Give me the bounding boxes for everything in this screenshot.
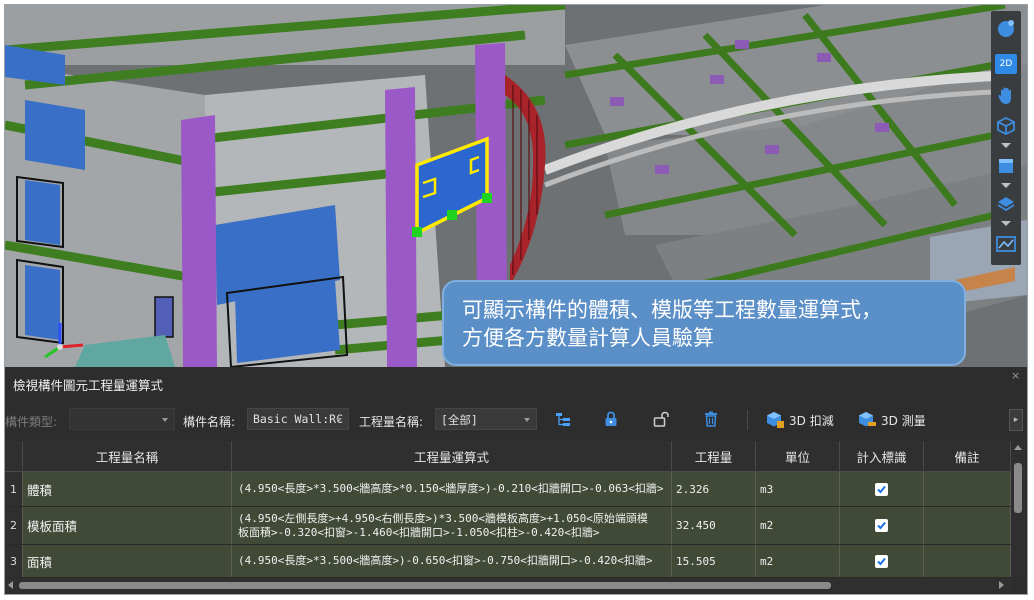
chevron-down-icon	[524, 418, 530, 422]
panel-toolbar: 構件類型: 構件名稱: Basic Wall:RC 工程量名稱: [全部] 3D…	[5, 405, 1027, 435]
scroll-right-icon[interactable]	[999, 581, 1004, 589]
unit-cell[interactable]: m3	[756, 472, 840, 506]
scroll-up-icon[interactable]	[1014, 445, 1022, 450]
unit-cell[interactable]: m2	[756, 507, 840, 544]
row-index: 2	[5, 507, 23, 544]
header-quantity[interactable]: 工程量	[672, 441, 756, 471]
solid-box-icon[interactable]	[993, 153, 1019, 179]
table-row[interactable]: 2 模板面積 (4.950<左側長度>+4.950<右側長度>)*3.500<牆…	[5, 507, 1011, 545]
quantity-cell[interactable]: 32.450	[672, 507, 756, 544]
expression-line: (4.950<長度>*3.500<牆高度>*0.150<牆厚度>)-0.210<…	[238, 482, 664, 495]
quantity-cell[interactable]: 2.326	[672, 472, 756, 506]
note-cell[interactable]	[924, 507, 1011, 544]
toolbar-scroll-right-icon[interactable]: ▸	[1009, 409, 1023, 431]
header-index	[5, 441, 23, 471]
section-box-icon[interactable]	[993, 231, 1019, 257]
component-name-select[interactable]: Basic Wall:RC	[247, 408, 349, 430]
table-row[interactable]: 3 面積 (4.950<長度>*3.500<牆高度>)-0.650<扣窗>-0.…	[5, 545, 1011, 578]
note-cell[interactable]	[924, 545, 1011, 577]
cube-view-caret-icon[interactable]	[1001, 143, 1011, 148]
checkmark-icon	[877, 521, 886, 530]
header-note[interactable]: 備註	[924, 441, 1011, 471]
counted-checkbox[interactable]	[875, 554, 888, 568]
3d-measure-button[interactable]: 3D 測量	[857, 408, 926, 432]
table-header-row: 工程量名稱 工程量運算式 工程量 單位 計入標識 備註	[5, 441, 1011, 472]
callout-line: 可顯示構件的體積、模版等工程數量運算式，	[462, 298, 882, 322]
checkmark-icon	[877, 485, 886, 493]
horizontal-scroll-thumb[interactable]	[19, 582, 831, 589]
expression-line: (4.950<左側長度>+4.950<右側長度>)*3.500<牆模板高度>+1…	[238, 511, 648, 525]
annotation-callout: 可顯示構件的體積、模版等工程數量運算式， 方便各方數量計算人員驗算	[442, 280, 966, 366]
cube-measure-icon	[859, 412, 876, 427]
view-toolbar: 2D	[991, 11, 1021, 265]
3d-deduct-button[interactable]: 3D 扣減	[765, 408, 834, 432]
unlock-icon[interactable]	[652, 410, 670, 428]
trash-icon[interactable]	[702, 410, 720, 428]
quantity-name-cell[interactable]: 模板面積	[23, 507, 232, 544]
quantity-name-label: 工程量名稱:	[359, 415, 424, 429]
cube-view-icon[interactable]	[993, 113, 1019, 139]
header-expression[interactable]: 工程量運算式	[232, 441, 672, 471]
counted-checkbox[interactable]	[875, 482, 888, 496]
chevron-down-icon	[162, 418, 168, 422]
2d-view-button[interactable]: 2D	[993, 51, 1019, 77]
quantity-expression-panel: 檢視構件圖元工程量運算式 × 構件類型: 構件名稱: Basic Wall:RC…	[5, 367, 1027, 594]
checkmark-icon	[877, 557, 886, 565]
horizontal-scrollbar[interactable]	[5, 578, 1011, 592]
header-counted[interactable]: 計入標識	[840, 441, 924, 471]
cube-deduct-icon	[767, 412, 784, 428]
chevron-down-icon	[336, 418, 342, 422]
counted-cell	[840, 507, 924, 544]
counted-checkbox[interactable]	[875, 519, 888, 532]
scroll-left-icon[interactable]	[8, 581, 13, 589]
row-index: 1	[5, 472, 23, 506]
quantity-name-cell[interactable]: 面積	[23, 545, 232, 577]
quantity-cell[interactable]: 15.505	[672, 545, 756, 577]
header-unit[interactable]: 單位	[756, 441, 840, 471]
hand-pan-icon[interactable]	[993, 83, 1019, 109]
counted-cell	[840, 545, 924, 577]
application-window: 2D 可顯示構件的體積、模版等工程數量運算式， 方便各方數量計算人員驗算 檢視構…	[4, 4, 1028, 595]
expression-line: (4.950<長度>*3.500<牆高度>)-0.650<扣窗>-0.750<扣…	[238, 554, 653, 567]
layers-caret-icon[interactable]	[1001, 221, 1011, 226]
close-icon[interactable]: ×	[1011, 369, 1020, 382]
component-type-select[interactable]	[69, 408, 175, 430]
unit-cell[interactable]: m2	[756, 545, 840, 577]
quantity-name-cell[interactable]: 體積	[23, 472, 232, 506]
panel-title: 檢視構件圖元工程量運算式	[13, 378, 164, 393]
header-quantity-name[interactable]: 工程量名稱	[23, 441, 232, 471]
callout-line: 方便各方數量計算人員驗算	[462, 326, 714, 350]
table-row[interactable]: 1 體積 (4.950<長度>*3.500<牆高度>*0.150<牆厚度>)-0…	[5, 472, 1011, 507]
3d-viewport[interactable]: 2D 可顯示構件的體積、模版等工程數量運算式， 方便各方數量計算人員驗算	[5, 5, 1027, 367]
note-cell[interactable]	[924, 472, 1011, 506]
tree-expand-icon[interactable]	[554, 410, 572, 428]
expression-cell[interactable]: (4.950<左側長度>+4.950<右側長度>)*3.500<牆模板高度>+1…	[232, 507, 672, 544]
layers-icon[interactable]	[993, 191, 1019, 217]
toolbar-divider	[747, 410, 748, 430]
quantity-name-select[interactable]: [全部]	[435, 408, 537, 430]
2d-view-icon: 2D	[995, 54, 1017, 74]
vertical-scroll-thumb[interactable]	[1014, 463, 1022, 513]
vertical-scrollbar[interactable]	[1011, 441, 1025, 575]
sphere-navigate-icon[interactable]	[993, 15, 1019, 41]
lock-icon[interactable]	[602, 410, 620, 428]
counted-cell	[840, 472, 924, 506]
component-type-label: 構件類型:	[5, 415, 58, 429]
expression-line: 板面積>-0.320<扣窗>-1.460<扣牆開口>-1.050<扣柱>-0.4…	[238, 525, 600, 539]
component-name-label: 構件名稱:	[183, 415, 236, 429]
expression-cell[interactable]: (4.950<長度>*3.500<牆高度>)-0.650<扣窗>-0.750<扣…	[232, 545, 672, 577]
expression-cell[interactable]: (4.950<長度>*3.500<牆高度>*0.150<牆厚度>)-0.210<…	[232, 472, 672, 506]
row-index: 3	[5, 545, 23, 577]
solid-box-caret-icon[interactable]	[1001, 183, 1011, 188]
